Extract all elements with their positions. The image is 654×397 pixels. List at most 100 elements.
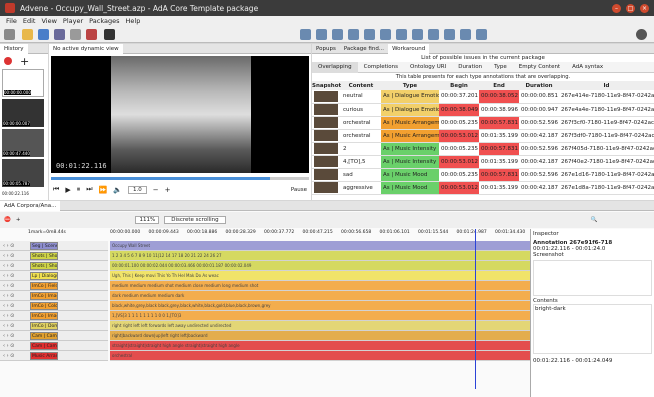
track-label[interactable]: ‹ › ⊙ ImCo | Image Brightness [0,291,108,301]
table-row[interactable]: orchestralAs | Music Arrangement00:00:05… [312,116,654,130]
duration-cell[interactable]: 00:00:52.596 [519,168,559,182]
tab-workaround[interactable]: Workaround [388,43,430,54]
track-annotations[interactable]: 1 2 3 4 5 6 7 8 9 10 11|12 14 17 18 20 2… [110,251,530,261]
type-cell[interactable]: As | Music Arrangement [381,129,439,143]
content-cell[interactable]: curious [341,103,381,117]
column-header[interactable]: Snapshot [312,81,341,90]
track-controls-icon[interactable]: ‹ › ⊙ [3,303,14,309]
begin-cell[interactable]: 00:00:05.235 [439,142,479,156]
track-label[interactable]: ‹ › ⊙ ImCo | Field Size [0,281,108,291]
view-icon-4[interactable] [348,29,359,40]
track-controls-icon[interactable]: ‹ › ⊙ [3,343,14,349]
column-header[interactable]: Id [559,81,654,90]
tab-completions[interactable]: Completions [358,62,404,73]
close-icon[interactable] [4,57,12,65]
track-controls-icon[interactable]: ‹ › ⊙ [3,313,14,319]
tab-dynamic-view[interactable]: No active dynamic view [49,43,123,54]
type-cell[interactable]: As | Music Intensity [381,142,439,156]
table-row[interactable]: neutral As | Dialogue Emotion 00:00:37.201… [312,90,654,104]
new-package-icon[interactable] [4,29,15,40]
track-annotations[interactable]: orchestral [110,351,530,361]
type-cell[interactable]: As | Music Intensity [381,155,439,169]
view-icon-9[interactable] [428,29,439,40]
type-cell[interactable]: As | Music Mood [381,168,439,182]
id-cell[interactable]: 267e414e-7180-11e9-8f47-0242ac13000 [559,90,654,104]
track-annotations[interactable]: 1,[VS]3 1 1 1 1 1 1 1 1 0 0 1,[TO]3 [110,311,530,321]
tab-duration[interactable]: Duration [452,62,488,73]
view-icon-11[interactable] [460,29,471,40]
track-annotations[interactable]: 00:00:01.100 00:00:02.044 00:00:03.466 0… [110,261,530,271]
track-controls-icon[interactable]: ‹ › ⊙ [3,263,14,269]
delete-icon[interactable]: ⛔ [4,217,11,223]
skip-icon[interactable]: ⏩ [99,186,108,194]
save-icon[interactable] [38,29,49,40]
add-icon[interactable]: + [20,55,29,68]
begin-cell[interactable]: 00:00:53.012 [439,129,479,143]
track-controls-icon[interactable]: ‹ › ⊙ [3,253,14,259]
rate-decrease-button[interactable]: − [153,186,159,194]
view-icon-12[interactable] [476,29,487,40]
begin-cell[interactable]: 00:00:53.012 [439,181,479,195]
column-header[interactable]: Type [381,81,439,90]
duration-cell[interactable]: 00:00:42.187 [519,155,559,169]
track-annotations[interactable]: straight|straight|straight high angle st… [110,341,530,351]
duration-cell[interactable]: 00:00:42.187 [519,129,559,143]
playhead-cursor[interactable] [475,229,476,389]
tab-package-find[interactable]: Package find... [340,46,388,52]
add-icon[interactable]: + [16,217,21,223]
track-label[interactable]: ‹ › ⊙ ImCo | Colour Range [0,301,108,311]
seek-bar[interactable] [51,177,309,180]
view-icon-6[interactable] [380,29,391,40]
track-label[interactable]: ‹ › ⊙ Music Arrangement Sound [0,351,108,361]
history-thumbnail[interactable]: 00:00:05.787 [2,159,44,187]
tab-ontology-uri[interactable]: Ontology URI [404,62,452,73]
column-header[interactable]: Content [341,81,381,90]
pause-icon[interactable]: ⏸ [77,185,81,194]
history-thumbnail[interactable]: 00:00:47.440 [2,129,44,157]
track-annotations[interactable]: Ugh, This | Keep movi This Yo Th Hel Mak… [110,271,530,281]
track-label[interactable]: ‹ › ⊙ Shots | Shot [0,251,108,261]
duration-cell[interactable]: 00:00:00.851 [519,90,559,104]
view-icon-1[interactable] [300,29,311,40]
begin-cell[interactable]: 00:00:53.012 [439,155,479,169]
track-annotations[interactable]: black,white,grey,black black,grey,black,… [110,301,530,311]
close-button[interactable]: × [640,3,649,13]
id-cell[interactable]: 267f3cf0-7180-11e9-8f47-0242ac13000 [559,116,654,130]
rate-field[interactable]: 1.0 [127,185,147,194]
id-cell[interactable]: 267f40e2-7180-11e9-8f47-0242ac13000 [559,155,654,169]
track-label[interactable]: ‹ › ⊙ Seg | Scene [0,241,108,251]
tab-popups[interactable]: Popups [312,46,340,52]
search-icon[interactable] [636,29,647,40]
content-cell[interactable]: 4,[TO],5 [341,155,381,169]
track-controls-icon[interactable]: ‹ › ⊙ [3,273,14,279]
rate-increase-button[interactable]: + [165,186,171,194]
begin-cell[interactable]: 00:00:38.049 [439,103,479,117]
end-cell[interactable]: 00:00:57.831 [479,168,519,182]
content-cell[interactable]: sad [341,168,381,182]
type-cell[interactable]: As | Dialogue Emotion [381,90,439,104]
id-cell[interactable]: 267f405d-7180-11e9-8f47-0242ac13000 [559,142,654,156]
settings-icon[interactable] [70,29,81,40]
duration-cell[interactable]: 00:00:52.596 [519,142,559,156]
tab-empty-content[interactable]: Empty Content [513,62,566,73]
begin-cell[interactable]: 00:00:05.235 [439,116,479,130]
video-player[interactable]: 00:01:22.116 [51,56,309,173]
column-header[interactable]: Duration [519,81,559,90]
volume-icon[interactable]: 🔈 [113,186,122,194]
track-label[interactable]: ‹ › ⊙ ImCo | Dominant Movement Direction [0,321,108,331]
menu-file[interactable]: File [6,17,17,25]
content-cell[interactable]: orchestral [341,116,381,130]
scroll-mode-select[interactable]: Discrete scrolling [164,216,226,224]
column-header[interactable]: Begin [439,81,479,90]
view-icon-10[interactable] [444,29,455,40]
track-controls-icon[interactable]: ‹ › ⊙ [3,333,14,339]
end-cell[interactable]: 00:01:35.199 [479,181,519,195]
begin-cell[interactable]: 00:00:37.201 [439,90,479,104]
end-cell[interactable]: 00:01:35.199 [479,129,519,143]
end-cell[interactable]: 00:00:57.831 [479,116,519,130]
track-controls-icon[interactable]: ‹ › ⊙ [3,293,14,299]
table-row[interactable]: sad As | Music Mood 00:00:05.235 00:00:57.8… [312,168,654,182]
forward-icon[interactable]: ⏭ [86,185,92,194]
track-annotations[interactable]: dark medium medium medium dark [110,291,530,301]
track-label[interactable]: ‹ › ⊙ Cam | Camera Movement Direction [0,331,108,341]
